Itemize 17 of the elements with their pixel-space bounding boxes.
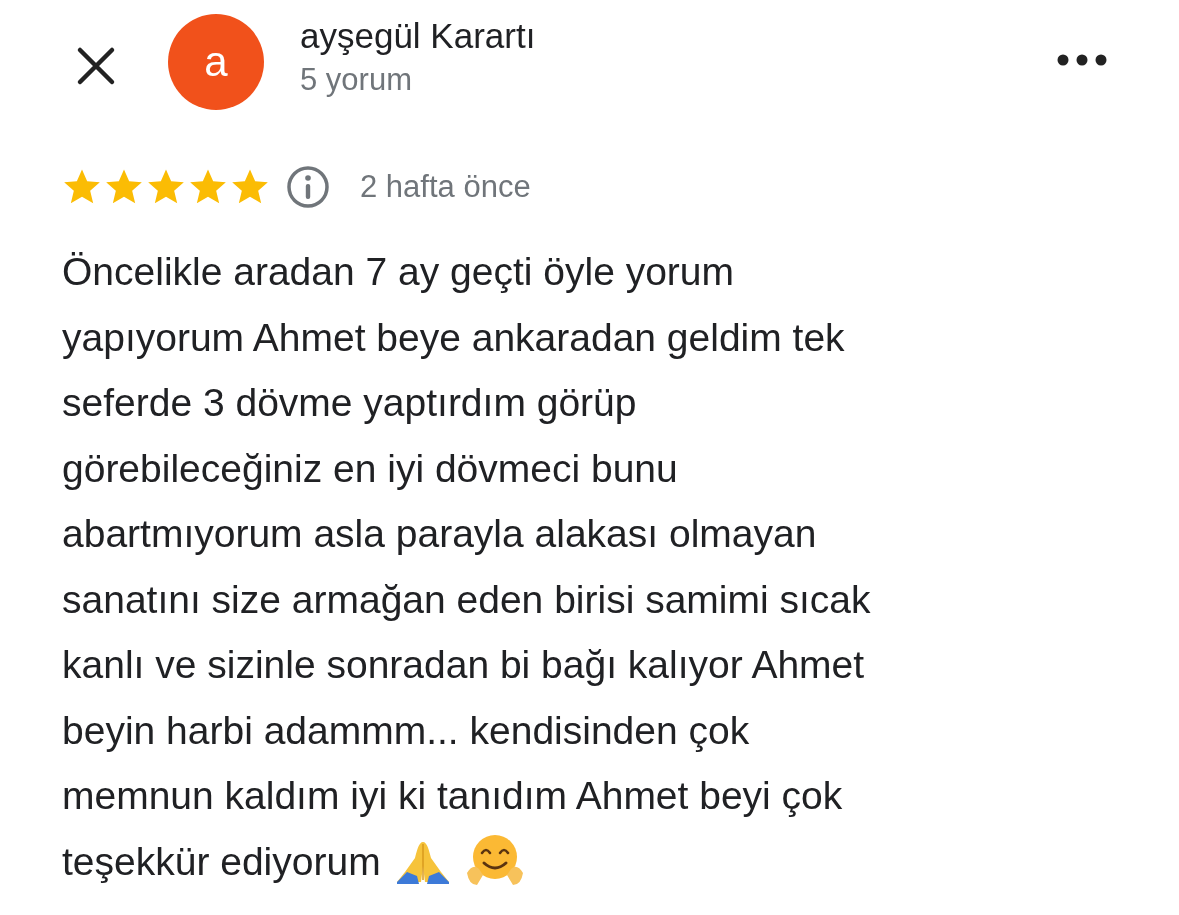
review-text-line: seferde 3 dövme yaptırdım görüp [62, 380, 637, 426]
reviewer-name: ayşegül Karartı [300, 16, 537, 56]
review-text-line: görebileceğiniz en iyi dövmeci bunu [62, 445, 678, 492]
avatar: a [168, 14, 264, 110]
review-text-line: kanlı ve sizinle sonradan bi bağı kalıyor Ahmet [62, 642, 865, 688]
review-text-line: teşekkür ediyorum [62, 838, 381, 885]
review-text-line: beyin harbi adammm... kendisinden çok [62, 707, 750, 754]
review-time: 2 hafta önce [360, 169, 531, 205]
review-text-line: memnun kaldım iyi ki tanıdım Ahmet beyi çok [62, 773, 843, 819]
review-text-line: Öncelikle aradan 7 ay geçti öyle yorum [62, 249, 734, 295]
review-count: 5 yorum [300, 62, 413, 98]
review-text-line: sanatını size armağan eden birisi samimi sıcak [62, 576, 871, 623]
close-icon[interactable] [76, 46, 116, 86]
info-icon[interactable] [286, 165, 330, 209]
review-text-line: abartmıyorum asla parayla alakası olmayan [62, 511, 817, 557]
more-icon[interactable] [1057, 54, 1107, 66]
review-text-line: yapıyorum Ahmet beye ankaradan geldim tek [62, 314, 845, 361]
